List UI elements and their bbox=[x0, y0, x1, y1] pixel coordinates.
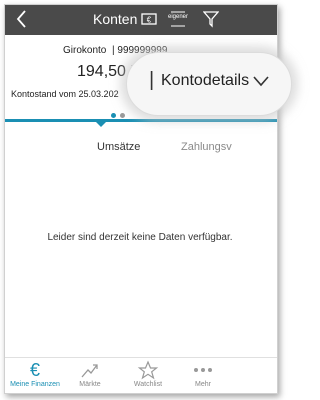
nav-label: Watchlist bbox=[133, 381, 163, 388]
nav-mehr[interactable]: Mehr bbox=[173, 360, 233, 388]
tab-umsaetze[interactable]: Umsätze bbox=[97, 141, 140, 153]
sort-icon[interactable]: eigener bbox=[167, 9, 189, 29]
carousel-dot-active[interactable] bbox=[111, 113, 116, 118]
tab-zahlungsverkehr[interactable]: Zahlungsv bbox=[181, 141, 232, 153]
header-bar: Konten € eigener bbox=[5, 5, 277, 35]
account-name: Girokonto bbox=[63, 45, 107, 56]
kontodetails-zoom-callout[interactable]: | Kontodetails bbox=[126, 52, 292, 116]
nav-watchlist[interactable]: Watchlist bbox=[118, 360, 178, 388]
active-tab-indicator bbox=[95, 121, 107, 127]
sort-icon-label: eigener bbox=[167, 14, 188, 20]
trend-chart-icon bbox=[81, 364, 98, 378]
chevron-left-icon[interactable] bbox=[13, 8, 31, 30]
nav-meine-finanzen[interactable]: € Meine Finanzen bbox=[5, 360, 65, 388]
nav-label: Märkte bbox=[79, 381, 101, 388]
svg-text:€: € bbox=[30, 360, 40, 380]
banknote-icon[interactable]: € bbox=[141, 12, 157, 26]
more-dots-icon bbox=[194, 368, 212, 372]
svg-text:€: € bbox=[147, 16, 152, 25]
nav-label: Meine Finanzen bbox=[10, 381, 60, 388]
empty-state-message: Leider sind derzeit keine Daten verfügba… bbox=[47, 232, 233, 243]
euro-icon: € bbox=[30, 360, 40, 380]
chevron-down-icon bbox=[253, 76, 269, 87]
filter-icon[interactable] bbox=[203, 10, 219, 28]
bottom-navigation: € Meine Finanzen Märkte Watchlist Mehr bbox=[5, 357, 277, 393]
section-divider bbox=[5, 119, 277, 122]
kontodetails-label: Kontodetails bbox=[161, 72, 250, 89]
star-icon bbox=[137, 360, 159, 380]
nav-maerkte[interactable]: Märkte bbox=[60, 360, 120, 388]
page-title: Konten bbox=[93, 11, 138, 27]
balance-date: Kontostand vom 25.03.202 bbox=[11, 89, 119, 99]
carousel-dot[interactable] bbox=[120, 113, 125, 118]
callout-fragment: | bbox=[149, 69, 155, 91]
nav-label: Mehr bbox=[195, 381, 211, 388]
